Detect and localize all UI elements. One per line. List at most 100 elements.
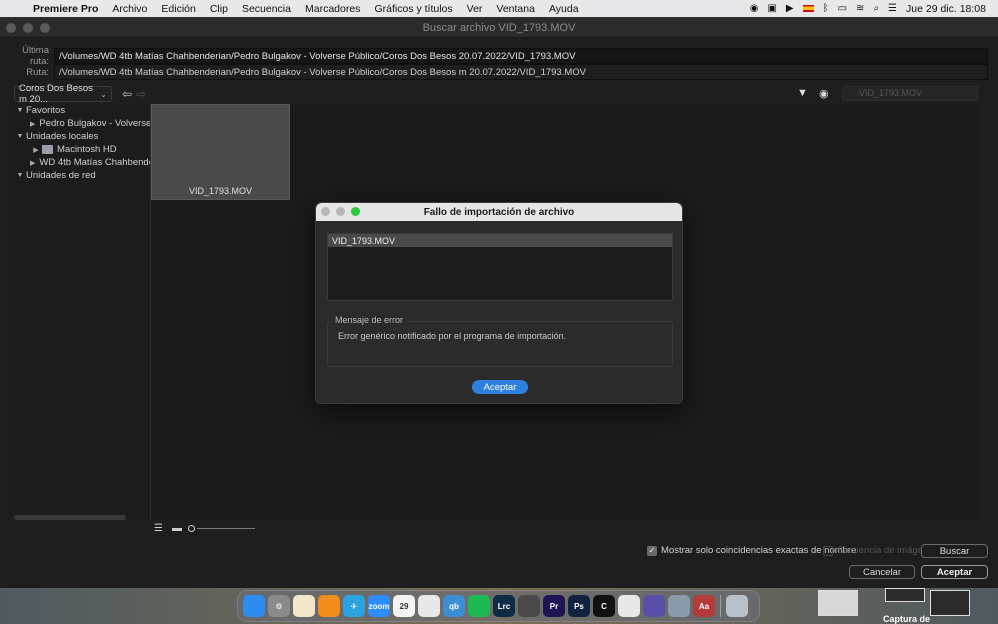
sidebar-item-macintosh-hd[interactable]: ▶ Macintosh HD [14,143,150,156]
app-menu[interactable]: Premiere Pro [26,3,105,15]
search-button[interactable]: Buscar [921,544,988,558]
cancel-button[interactable]: Cancelar [849,565,915,579]
dock-calendar-icon[interactable]: 29 [393,595,415,617]
dock-quicktime-icon[interactable] [668,595,690,617]
last-path-value[interactable]: /Volumes/WD 4tb Matías Chahbenderian/Ped… [54,48,988,64]
dialog-ok-button[interactable]: Aceptar [472,380,528,394]
location-dropdown[interactable]: Coros Dos Besos m 20... ⌄ [14,83,112,105]
menu-marcadores[interactable]: Marcadores [298,3,367,15]
forward-arrow-icon[interactable]: ⇨ [136,87,146,101]
sidebar-section-favorites[interactable]: ▼ Favoritos [14,104,150,117]
menu-secuencia[interactable]: Secuencia [235,3,298,15]
path-value[interactable]: /Volumes/WD 4tb Matías Chahbenderian/Ped… [54,64,988,80]
dock-system-settings-icon[interactable]: ⚙ [268,595,290,617]
dock-telegram-icon[interactable]: ✈ [343,595,365,617]
dialog-minimize-button[interactable] [336,207,345,216]
error-message-group: Mensaje de error Error genérico notifica… [327,315,673,367]
disclosure-down-icon[interactable]: ▼ [14,107,26,114]
spotlight-icon[interactable]: ⌕ [873,3,879,14]
failed-file-list: VID_1793.MOV [327,233,673,301]
wifi-icon[interactable]: ≋ [856,3,864,14]
dock-lightroom-icon[interactable]: Lrc [493,595,515,617]
sidebar-item-wd-4tb[interactable]: ▶ WD 4tb Matías Chahbende [14,156,150,169]
window-title: Buscar archivo VID_1793.MOV [422,21,576,34]
error-message-text: Error genérico notificado por el program… [338,331,567,341]
list-view-icon[interactable]: ☰ [154,523,163,534]
view-controls: ☰ ▬ [14,523,979,535]
desktop-file-icon[interactable] [818,590,858,616]
window-titlebar: Buscar archivo VID_1793.MOV [0,18,998,38]
menu-archivo[interactable]: Archivo [105,3,154,15]
dock-separator [720,595,721,617]
search-input[interactable]: VID_1793.MOV [842,86,978,101]
desktop-file-label[interactable]: Captura de [883,614,930,624]
dock-qbittorrent-icon[interactable]: qb [443,595,465,617]
path-row: Ruta: /Volumes/WD 4tb Matías Chahbenderi… [6,64,988,80]
dock-textedit-icon[interactable] [293,595,315,617]
disclosure-right-icon[interactable]: ▶ [30,120,35,128]
zoom-window-button[interactable] [40,23,50,33]
control-center-icon[interactable]: ☰ [888,3,897,14]
dock-trash-icon[interactable] [726,595,748,617]
menu-ventana[interactable]: Ventana [489,3,542,15]
dock-zoom-icon[interactable]: zoom [368,595,390,617]
location-dropdown-value: Coros Dos Besos m 20... [19,83,93,105]
eye-icon[interactable]: ◉ [819,87,829,100]
last-path-row: Última ruta: /Volumes/WD 4tb Matías Chah… [6,45,988,67]
menu-ayuda[interactable]: Ayuda [542,3,586,15]
dock-photoshop-icon[interactable]: Ps [568,595,590,617]
hard-drive-icon [42,145,53,154]
menu-ver[interactable]: Ver [460,3,490,15]
alert-icon[interactable]: ▣ [767,3,776,14]
desktop-screenshot-icon[interactable] [885,588,925,602]
disclosure-right-icon[interactable]: ▶ [30,159,35,167]
input-source-flag-icon[interactable] [802,5,814,12]
sidebar-section-local[interactable]: ▼ Unidades locales [14,130,150,143]
dialog-zoom-button[interactable] [351,207,360,216]
image-sequence-checkbox[interactable] [823,545,833,556]
dock-premiere-icon[interactable]: Pr [543,595,565,617]
dock-c-app-icon[interactable]: C [593,595,615,617]
sidebar-section-network[interactable]: ▼ Unidades de red [14,169,150,182]
disclosure-down-icon[interactable]: ▼ [14,172,26,179]
dock-vpn-icon[interactable] [643,595,665,617]
dock-calculator-icon[interactable] [518,595,540,617]
dock-dictionary-icon[interactable]: Aa [693,595,715,617]
dock-chrome-icon[interactable] [418,595,440,617]
status-area: ◉ ▣ ▶ ᛒ ▭ ≋ ⌕ ☰ Jue 29 dic. 18:08 [750,3,998,15]
menubar-clock[interactable]: Jue 29 dic. 18:08 [906,3,986,15]
dock-preview-icon[interactable] [618,595,640,617]
accept-button[interactable]: Aceptar [921,565,988,579]
back-arrow-icon[interactable]: ⇦ [122,87,132,101]
exact-match-checkbox[interactable]: ✓ [647,545,657,556]
icon-view-icon[interactable]: ▬ [172,523,182,534]
dock-spotify-icon[interactable] [468,595,490,617]
minimize-window-button[interactable] [23,23,33,33]
menu-edicion[interactable]: Edición [154,3,202,15]
list-item[interactable]: VID_1793.MOV [328,234,672,247]
sidebar-scrollbar[interactable] [14,515,126,520]
sidebar-item-pedro-bulgakov[interactable]: ▶ Pedro Bulgakov - Volverse [14,117,150,130]
window-controls [6,23,50,33]
zoom-slider-knob[interactable] [188,525,195,532]
bluetooth-icon[interactable]: ᛒ [823,3,829,14]
dock-vlc-icon[interactable] [318,595,340,617]
menu-graficos[interactable]: Gráficos y títulos [367,3,459,15]
dialog-titlebar: Fallo de importación de archivo [316,203,682,221]
error-message-label: Mensaje de error [332,315,407,325]
file-thumbnail[interactable]: VID_1793.MOV [151,104,290,200]
menubar: Premiere Pro Archivo Edición Clip Secuen… [0,0,998,17]
disclosure-right-icon[interactable]: ▶ [30,146,42,154]
desktop-screenshot-icon[interactable] [930,590,970,616]
menu-clip[interactable]: Clip [203,3,235,15]
creative-cloud-icon[interactable]: ◉ [750,3,759,14]
play-icon[interactable]: ▶ [786,3,794,14]
battery-icon[interactable]: ▭ [838,3,847,14]
disclosure-down-icon[interactable]: ▼ [14,133,26,140]
dialog-close-button[interactable] [321,207,330,216]
dock-finder-icon[interactable] [243,595,265,617]
close-window-button[interactable] [6,23,16,33]
zoom-slider-track[interactable] [197,528,255,529]
filter-icon[interactable]: ▼ [797,87,808,99]
dialog-window-controls [321,207,360,216]
